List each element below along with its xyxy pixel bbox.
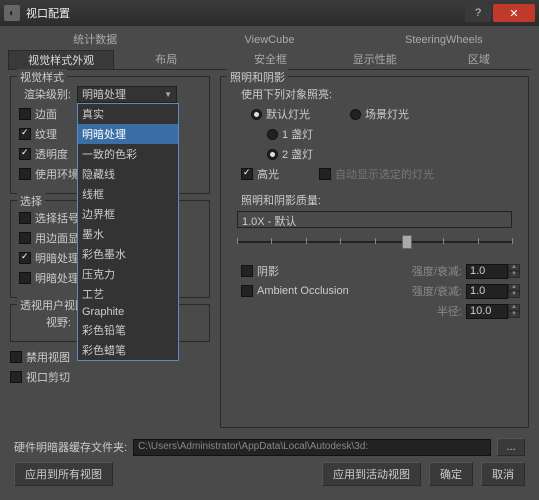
browse-button[interactable]: ... — [497, 438, 525, 456]
tab-steeringwheels[interactable]: SteeringWheels — [357, 30, 531, 50]
check-disable-view[interactable] — [10, 351, 22, 363]
quality-label: 照明和阴影质量: — [241, 191, 520, 209]
tab-display-perf[interactable]: 显示性能 — [323, 50, 427, 69]
intensity-2-input[interactable] — [466, 284, 508, 299]
selection-legend: 选择 — [17, 193, 45, 209]
tabs-row-bottom: 视觉样式外观 布局 安全框 显示性能 区域 — [8, 50, 531, 70]
render-level-value: 明暗处理 — [82, 86, 126, 102]
tab-region[interactable]: 区域 — [427, 50, 531, 69]
app-icon: ◐ — [4, 5, 20, 21]
quality-slider[interactable] — [237, 232, 512, 252]
check-shade-obj[interactable] — [19, 272, 31, 284]
quality-value[interactable]: 1.0X - 默认 — [237, 211, 512, 228]
intensity-label-1: 强度/衰减: — [412, 263, 462, 279]
close-button[interactable]: ✕ — [493, 4, 535, 22]
radius-input[interactable] — [466, 304, 508, 319]
opt-wireframe[interactable]: 线框 — [78, 184, 178, 204]
check-transparency[interactable] — [19, 148, 31, 160]
check-shadows[interactable] — [241, 265, 253, 277]
cache-path[interactable]: C:\Users\Administrator\AppData\Local\Aut… — [133, 439, 491, 456]
intensity-1-spinner[interactable]: ▲▼ — [508, 264, 520, 278]
tab-stats[interactable]: 统计数据 — [8, 30, 182, 50]
radio-one-light[interactable] — [267, 129, 278, 140]
opt-color-pencil[interactable]: 彩色铅笔 — [78, 320, 178, 340]
tab-visual-style[interactable]: 视觉样式外观 — [8, 50, 114, 69]
tab-viewcube[interactable]: ViewCube — [182, 30, 356, 50]
opt-color-crayon[interactable]: 彩色蜡笔 — [78, 340, 178, 360]
radio-default-lights[interactable] — [251, 109, 262, 120]
render-level-dropdown: 真实 明暗处理 一致的色彩 隐藏线 线框 边界框 墨水 彩色墨水 压克力 工艺 … — [77, 103, 179, 361]
radio-scene-lights[interactable] — [350, 109, 361, 120]
opt-color-ink[interactable]: 彩色墨水 — [78, 244, 178, 264]
radius-label: 半径: — [437, 303, 462, 319]
check-view-clip[interactable] — [10, 371, 22, 383]
intensity-2-spinner[interactable]: ▲▼ — [508, 284, 520, 298]
opt-bbox[interactable]: 边界框 — [78, 204, 178, 224]
check-env-bg[interactable] — [19, 168, 31, 180]
opt-craft[interactable]: 工艺 — [78, 284, 178, 304]
help-button[interactable]: ? — [465, 4, 491, 22]
opt-shaded[interactable]: 明暗处理 — [78, 124, 178, 144]
check-edge-sel[interactable] — [19, 232, 31, 244]
check-highlights[interactable] — [241, 168, 253, 180]
intensity-label-2: 强度/衰减: — [412, 283, 462, 299]
check-auto-display[interactable] — [319, 168, 331, 180]
radio-two-lights[interactable] — [267, 149, 278, 160]
cache-label: 硬件明暗器缓存文件夹: — [14, 439, 127, 455]
opt-ink[interactable]: 墨水 — [78, 224, 178, 244]
intensity-1-input[interactable] — [466, 264, 508, 279]
opt-consistent[interactable]: 一致的色彩 — [78, 144, 178, 164]
visual-styles-legend: 视觉样式 — [17, 69, 67, 85]
opt-hidden-line[interactable]: 隐藏线 — [78, 164, 178, 184]
opt-acrylic[interactable]: 压克力 — [78, 264, 178, 284]
render-level-select[interactable]: 明暗处理 ▼ 真实 明暗处理 一致的色彩 隐藏线 线框 边界框 墨水 彩色墨水 … — [77, 86, 177, 103]
opt-realistic[interactable]: 真实 — [78, 104, 178, 124]
lighting-legend: 照明和阴影 — [227, 69, 288, 85]
tab-layout[interactable]: 布局 — [114, 50, 218, 69]
radius-spinner[interactable]: ▲▼ — [508, 304, 520, 318]
check-shade-face[interactable] — [19, 252, 31, 264]
cancel-button[interactable]: 取消 — [481, 462, 525, 486]
check-edges[interactable] — [19, 108, 31, 120]
ok-button[interactable]: 确定 — [429, 462, 473, 486]
illuminate-label: 使用下列对象照亮: — [241, 85, 520, 103]
check-brackets[interactable] — [19, 212, 31, 224]
apply-all-button[interactable]: 应用到所有视图 — [14, 462, 113, 486]
window-title: 视口配置 — [26, 5, 465, 21]
tabs-row-top: 统计数据 ViewCube SteeringWheels — [8, 30, 531, 50]
check-ao[interactable] — [241, 285, 253, 297]
fov-label: 视野: — [19, 314, 77, 330]
tab-safeframe[interactable]: 安全框 — [218, 50, 322, 69]
opt-graphite[interactable]: Graphite — [78, 304, 178, 320]
chevron-down-icon: ▼ — [164, 90, 172, 99]
check-texture[interactable] — [19, 128, 31, 140]
render-label: 渲染级别: — [19, 86, 77, 102]
apply-active-button[interactable]: 应用到活动视图 — [322, 462, 421, 486]
